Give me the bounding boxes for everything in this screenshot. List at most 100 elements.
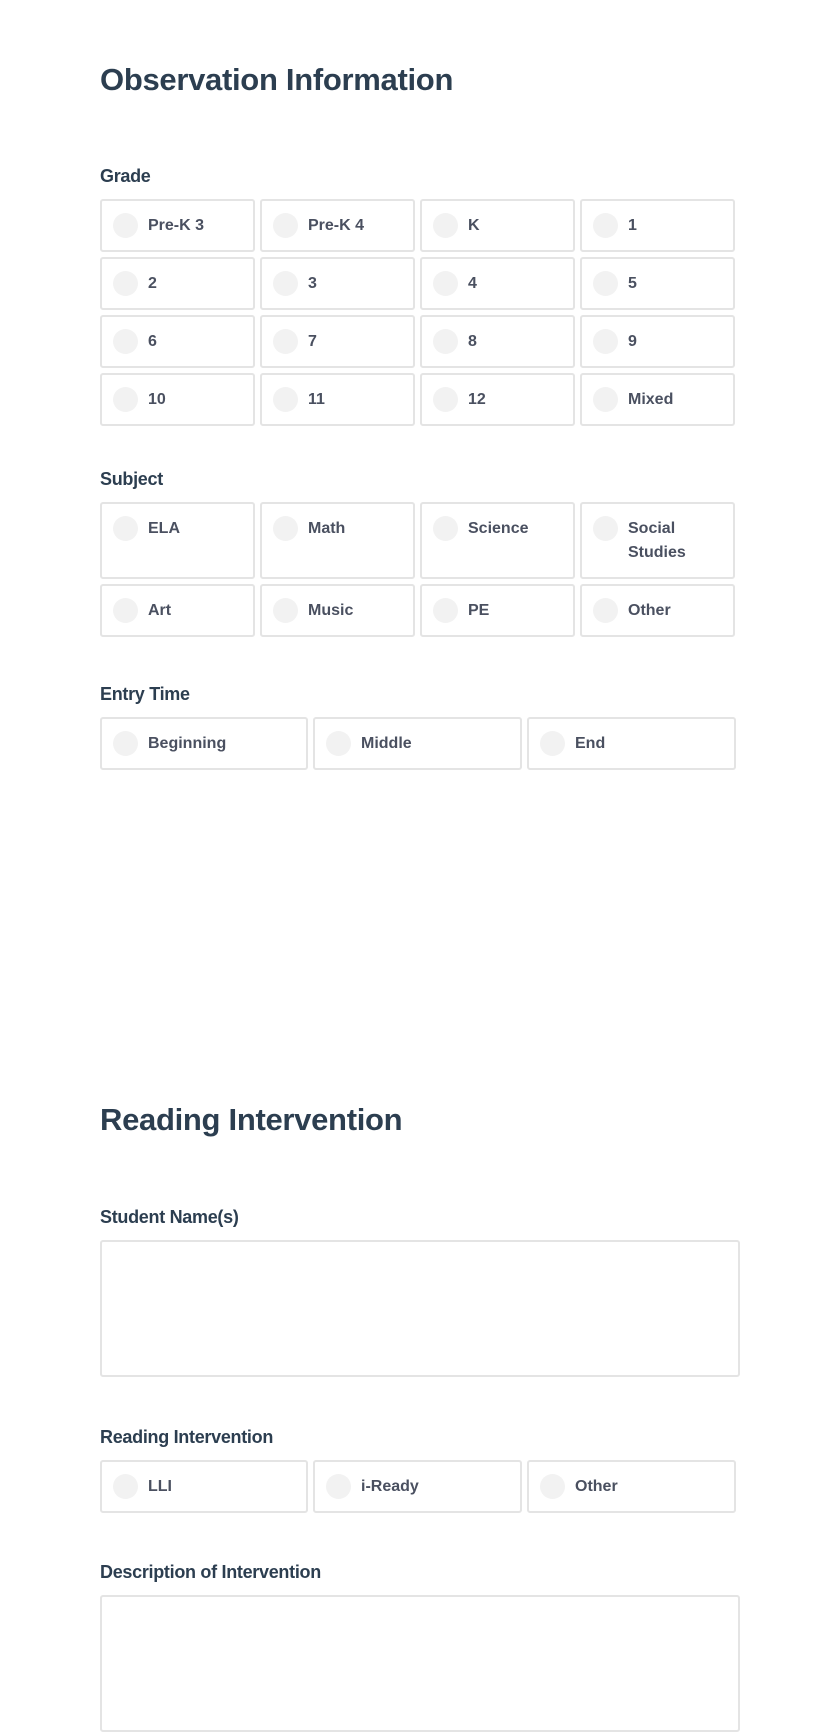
option-label: Art	[148, 602, 172, 619]
radio-icon[interactable]	[273, 329, 298, 354]
grade-option-prek3[interactable]: Pre-K 3	[100, 199, 255, 252]
radio-icon[interactable]	[113, 731, 138, 756]
radio-icon[interactable]	[433, 271, 458, 296]
radio-icon[interactable]	[593, 213, 618, 238]
option-label: 1	[628, 217, 637, 234]
option-label: Music	[308, 602, 354, 619]
option-label: Pre-K 4	[308, 217, 365, 234]
radio-icon[interactable]	[113, 213, 138, 238]
subject-option-other[interactable]: Other	[580, 584, 735, 637]
grade-option-9[interactable]: 9	[580, 315, 735, 368]
grade-option-5[interactable]: 5	[580, 257, 735, 310]
option-label: 6	[148, 333, 157, 350]
subject-option-math[interactable]: Math	[260, 502, 415, 579]
radio-icon[interactable]	[273, 598, 298, 623]
subject-option-art[interactable]: Art	[100, 584, 255, 637]
entry-time-options: Beginning Middle End	[100, 717, 736, 770]
option-label: Other	[628, 602, 671, 619]
option-label: ELA	[148, 520, 180, 537]
grade-option-7[interactable]: 7	[260, 315, 415, 368]
option-label: 8	[468, 333, 477, 350]
description-label: Description of Intervention	[100, 1562, 321, 1582]
option-label: i-Ready	[361, 1478, 419, 1495]
section-title-observation: Observation Information	[100, 62, 454, 97]
radio-icon[interactable]	[273, 516, 298, 541]
option-label: Math	[308, 520, 346, 537]
radio-icon[interactable]	[433, 213, 458, 238]
option-label: LLI	[148, 1478, 172, 1495]
option-label: Middle	[361, 735, 412, 752]
subject-option-ela[interactable]: ELA	[100, 502, 255, 579]
grade-option-mixed[interactable]: Mixed	[580, 373, 735, 426]
radio-icon[interactable]	[593, 387, 618, 412]
grade-option-2[interactable]: 2	[100, 257, 255, 310]
option-label: K	[468, 217, 480, 234]
option-label: 4	[468, 275, 477, 292]
intervention-option-other[interactable]: Other	[527, 1460, 736, 1513]
radio-icon[interactable]	[433, 387, 458, 412]
radio-icon[interactable]	[113, 387, 138, 412]
subject-option-music[interactable]: Music	[260, 584, 415, 637]
option-label: 12	[468, 391, 486, 408]
grade-option-10[interactable]: 10	[100, 373, 255, 426]
section-title-reading: Reading Intervention	[100, 1102, 403, 1137]
entry-time-option-beginning[interactable]: Beginning	[100, 717, 308, 770]
grade-option-3[interactable]: 3	[260, 257, 415, 310]
option-label: Pre-K 3	[148, 217, 205, 234]
option-label: 3	[308, 275, 317, 292]
option-label: 10	[148, 391, 166, 408]
radio-icon[interactable]	[326, 731, 351, 756]
reading-intervention-label: Reading Intervention	[100, 1427, 274, 1447]
grade-option-k[interactable]: K	[420, 199, 575, 252]
entry-time-option-end[interactable]: End	[527, 717, 736, 770]
reading-intervention-options: LLI i-Ready Other	[100, 1460, 736, 1513]
entry-time-option-middle[interactable]: Middle	[313, 717, 522, 770]
radio-icon[interactable]	[433, 516, 458, 541]
radio-icon[interactable]	[113, 598, 138, 623]
grade-option-prek4[interactable]: Pre-K 4	[260, 199, 415, 252]
subject-options: ELA Math Science Social Studies Art Musi…	[100, 502, 736, 637]
radio-icon[interactable]	[540, 731, 565, 756]
option-label: Social Studies	[628, 520, 686, 561]
radio-icon[interactable]	[273, 271, 298, 296]
grade-option-6[interactable]: 6	[100, 315, 255, 368]
subject-option-pe[interactable]: PE	[420, 584, 575, 637]
grade-option-4[interactable]: 4	[420, 257, 575, 310]
radio-icon[interactable]	[113, 271, 138, 296]
grade-option-11[interactable]: 11	[260, 373, 415, 426]
grade-options: Pre-K 3 Pre-K 4 K 1 2 3 4 5 6 7 8 9 10 1…	[100, 199, 736, 426]
grade-option-12[interactable]: 12	[420, 373, 575, 426]
subject-option-science[interactable]: Science	[420, 502, 575, 579]
option-label: 11	[308, 391, 325, 408]
radio-icon[interactable]	[273, 213, 298, 238]
option-label: Beginning	[148, 735, 227, 752]
radio-icon[interactable]	[593, 271, 618, 296]
option-label: PE	[468, 602, 490, 619]
radio-icon[interactable]	[433, 329, 458, 354]
option-label: Mixed	[628, 391, 674, 408]
subject-option-social-studies[interactable]: Social Studies	[580, 502, 735, 579]
option-label: 7	[308, 333, 317, 350]
radio-icon[interactable]	[113, 1474, 138, 1499]
radio-icon[interactable]	[433, 598, 458, 623]
student-names-textarea[interactable]	[100, 1240, 740, 1377]
radio-icon[interactable]	[113, 329, 138, 354]
option-label: 9	[628, 333, 637, 350]
option-label: End	[575, 735, 606, 752]
grade-option-8[interactable]: 8	[420, 315, 575, 368]
option-label: 5	[628, 275, 637, 292]
radio-icon[interactable]	[593, 516, 618, 541]
radio-icon[interactable]	[593, 329, 618, 354]
intervention-option-iready[interactable]: i-Ready	[313, 1460, 522, 1513]
grade-option-1[interactable]: 1	[580, 199, 735, 252]
radio-icon[interactable]	[113, 516, 138, 541]
option-label: Other	[575, 1478, 618, 1495]
grade-label: Grade	[100, 166, 151, 186]
radio-icon[interactable]	[540, 1474, 565, 1499]
radio-icon[interactable]	[273, 387, 298, 412]
entry-time-label: Entry Time	[100, 684, 190, 704]
intervention-option-lli[interactable]: LLI	[100, 1460, 308, 1513]
radio-icon[interactable]	[326, 1474, 351, 1499]
description-textarea[interactable]	[100, 1595, 740, 1732]
radio-icon[interactable]	[593, 598, 618, 623]
